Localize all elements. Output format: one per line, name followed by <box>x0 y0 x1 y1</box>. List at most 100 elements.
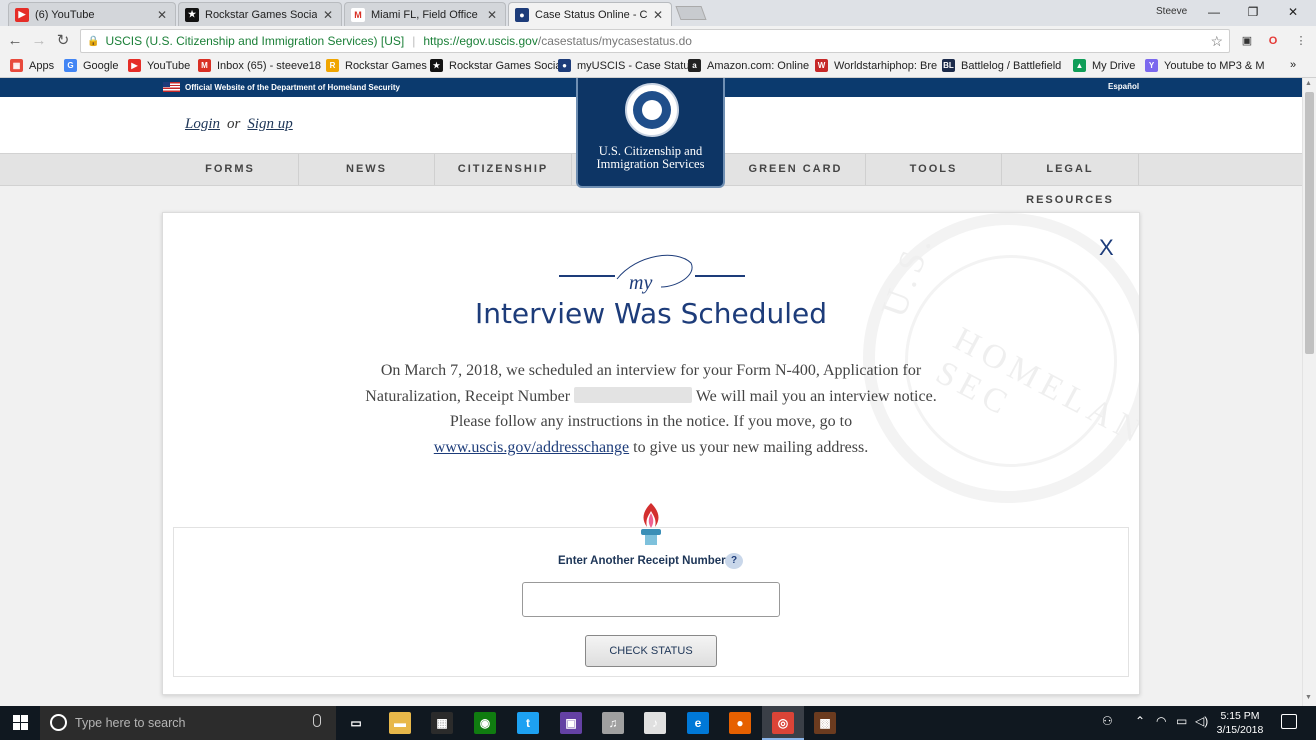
worldstar-icon: W <box>815 59 828 72</box>
groove-icon[interactable]: ♫ <box>602 712 624 734</box>
yt-mp3-icon: Y <box>1145 59 1158 72</box>
bookmark-star-icon[interactable]: ☆ <box>1210 33 1223 50</box>
page-scrollbar[interactable]: ▲ ▼ <box>1302 78 1316 706</box>
amazon-icon: a <box>688 59 701 72</box>
microphone-icon[interactable] <box>313 714 321 727</box>
twitter-icon[interactable]: t <box>517 712 539 734</box>
close-tab-icon[interactable]: ✕ <box>653 8 663 22</box>
twitch-icon[interactable]: ▣ <box>560 712 582 734</box>
close-tab-icon[interactable]: ✕ <box>487 8 497 22</box>
extension-icon[interactable]: ▣ <box>1238 32 1256 50</box>
bookmark-label: My Drive <box>1092 59 1136 72</box>
bookmark-item[interactable]: ▶ YouTube <box>128 59 190 72</box>
battery-icon[interactable]: ▭ <box>1176 714 1187 728</box>
close-button[interactable]: X <box>1099 235 1114 261</box>
uscis-logo[interactable]: U.S. Citizenship and Immigration Service… <box>576 78 725 188</box>
taskbar-search-box[interactable]: Type here to search <box>40 706 336 740</box>
signup-link[interactable]: Sign up <box>247 116 292 132</box>
bookmark-item[interactable]: ★ Rockstar Games Socia <box>430 59 561 72</box>
bookmark-item[interactable]: ▲ My Drive <box>1073 59 1135 72</box>
tray-overflow-icon[interactable]: ⌃ <box>1135 714 1145 728</box>
volume-icon[interactable]: ◁) <box>1195 714 1208 728</box>
nav-citizenship[interactable]: CITIZENSHIP <box>435 154 572 185</box>
bookmark-label: Amazon.com: Online <box>707 59 810 72</box>
bookmark-item[interactable]: BL Battlelog / Battlefield <box>942 59 1061 72</box>
people-icon[interactable]: ⚇ <box>1102 714 1113 728</box>
bookmark-item[interactable]: W Worldstarhiphop: Bre <box>815 59 937 72</box>
bookmark-label: Rockstar Games Socia <box>449 59 562 72</box>
url-host: https://egov.uscis.gov <box>423 34 538 48</box>
system-clock[interactable]: 5:15 PM 3/15/2018 <box>1215 709 1265 737</box>
receipt-number-label: Enter Another Receipt Number <box>558 555 726 567</box>
edge-icon[interactable]: e <box>687 712 709 734</box>
forward-icon[interactable]: → <box>29 31 49 51</box>
uscis-seal-icon: ● <box>558 59 571 72</box>
wifi-icon[interactable]: ◠ <box>1156 714 1166 728</box>
restore-icon[interactable]: ❐ <box>1233 3 1273 21</box>
profile-name[interactable]: Steeve <box>1156 6 1187 17</box>
back-icon[interactable]: ← <box>5 31 25 51</box>
browser-tab[interactable]: M Miami FL, Field Office File ✕ <box>344 2 506 26</box>
browser-tab[interactable]: ▶ (6) YouTube ✕ <box>8 2 176 26</box>
tab-title: Case Status Online - Case <box>535 9 647 21</box>
file-explorer-icon[interactable]: ▬ <box>389 712 411 734</box>
site-identity: USCIS (U.S. Citizenship and Immigration … <box>105 34 405 48</box>
gmail-icon: M <box>198 59 211 72</box>
nav-news[interactable]: NEWS <box>299 154 435 185</box>
close-tab-icon[interactable]: ✕ <box>323 8 333 22</box>
chrome-icon[interactable]: ◎ <box>772 712 794 734</box>
reload-icon[interactable]: ↻ <box>53 31 73 51</box>
chrome-menu-icon[interactable]: ⋮ <box>1292 32 1310 50</box>
bookmark-label: Worldstarhiphop: Bre <box>834 59 938 72</box>
close-tab-icon[interactable]: ✕ <box>157 8 167 22</box>
minimize-icon[interactable]: — <box>1194 3 1234 21</box>
windows-start-icon[interactable] <box>13 715 29 731</box>
web-page: Official Website of the Department of Ho… <box>0 78 1302 706</box>
login-link[interactable]: Login <box>185 116 220 132</box>
case-status-message: On March 7, 2018, we scheduled an interv… <box>359 358 943 460</box>
receipt-number-input[interactable] <box>522 582 780 617</box>
browser-tab[interactable]: ● Case Status Online - Case ✕ <box>508 2 672 27</box>
bookmarks-overflow-icon[interactable]: » <box>1290 59 1296 71</box>
agency-name: U.S. Citizenship and Immigration Service… <box>578 145 723 171</box>
bookmark-item[interactable]: ● myUSCIS - Case Statu <box>558 59 689 72</box>
bookmark-item[interactable]: G Google <box>64 59 118 72</box>
bookmark-item[interactable]: a Amazon.com: Online <box>688 59 809 72</box>
new-tab-button[interactable] <box>675 6 707 20</box>
store-icon[interactable]: ▦ <box>431 712 453 734</box>
bookmark-item[interactable]: ▦ Apps <box>10 59 54 72</box>
game-app-icon[interactable]: ▩ <box>814 712 836 734</box>
bookmark-label: Inbox (65) - steeve18 <box>217 59 321 72</box>
notifications-icon[interactable] <box>1281 714 1297 729</box>
account-links: Login or Sign up <box>185 116 293 133</box>
address-change-link[interactable]: www.uscis.gov/addresschange <box>434 439 629 456</box>
address-bar[interactable]: 🔒 USCIS (U.S. Citizenship and Immigratio… <box>80 29 1230 53</box>
nav-forms[interactable]: FORMS <box>162 154 299 185</box>
google-icon: G <box>64 59 77 72</box>
nav-green-card[interactable]: GREEN CARD <box>726 154 866 185</box>
bookmark-item[interactable]: Y Youtube to MP3 & M <box>1145 59 1265 72</box>
espanol-link[interactable]: Español <box>1108 82 1139 91</box>
bookmark-item[interactable]: M Inbox (65) - steeve18 <box>198 59 321 72</box>
nav-legal-resources[interactable]: LEGAL RESOURCES <box>1002 154 1139 206</box>
apps-grid-icon: ▦ <box>10 59 23 72</box>
message-part-3: to give us your new mailing address. <box>633 438 869 456</box>
firefox-icon[interactable]: ● <box>729 712 751 734</box>
bookmark-item[interactable]: R Rockstar Games <box>326 59 427 72</box>
scroll-down-icon[interactable]: ▼ <box>1305 694 1312 701</box>
help-icon[interactable]: ? <box>725 553 743 569</box>
youtube-icon: ▶ <box>15 7 29 22</box>
xbox-icon[interactable]: ◉ <box>474 712 496 734</box>
nav-tools[interactable]: TOOLS <box>866 154 1002 185</box>
opera-extension-icon[interactable]: O <box>1264 32 1282 50</box>
itunes-icon[interactable]: ♪ <box>644 712 666 734</box>
bookmark-label: myUSCIS - Case Statu <box>577 59 690 72</box>
browser-tab[interactable]: ★ Rockstar Games Social Cl ✕ <box>178 2 342 26</box>
task-view-icon[interactable]: ▭ <box>345 712 367 734</box>
close-window-icon[interactable]: ✕ <box>1273 3 1313 21</box>
scroll-up-icon[interactable]: ▲ <box>1305 80 1312 87</box>
scroll-thumb[interactable] <box>1305 92 1314 354</box>
check-status-button[interactable]: CHECK STATUS <box>585 635 717 667</box>
google-drive-icon: ▲ <box>1073 59 1086 72</box>
my-uscis-logo: my <box>559 254 745 294</box>
